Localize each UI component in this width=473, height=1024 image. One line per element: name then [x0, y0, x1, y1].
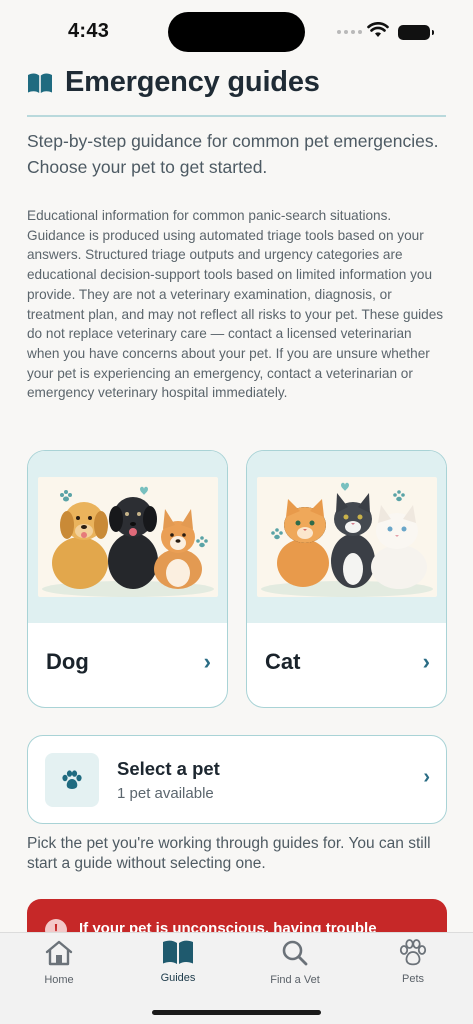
cellular-signal-icon — [337, 30, 362, 34]
select-pet-card[interactable]: Select a pet 1 pet available › — [27, 735, 447, 824]
tab-home[interactable]: Home — [19, 939, 99, 986]
page-title: Emergency guides — [65, 66, 320, 98]
tab-guides-label: Guides — [160, 972, 196, 984]
tab-find-vet-label: Find a Vet — [270, 974, 320, 986]
header-divider — [27, 115, 446, 117]
tab-pets-label: Pets — [401, 973, 424, 985]
home-indicator — [152, 1010, 321, 1015]
pet-card-cat[interactable]: Cat › — [246, 450, 447, 708]
dynamic-island — [168, 12, 305, 52]
tab-guides[interactable]: Guides — [138, 939, 218, 984]
chevron-right-icon: › — [423, 766, 430, 788]
chevron-right-icon: › — [203, 649, 211, 674]
select-pet-help: Pick the pet you're working through guid… — [27, 835, 431, 872]
dog-illustration — [28, 451, 227, 623]
pet-card-dog[interactable]: Dog › — [27, 450, 228, 708]
paw-icon — [399, 939, 427, 966]
book-open-icon — [28, 73, 52, 93]
pet-name-dog: Dog — [46, 649, 89, 674]
search-icon — [282, 940, 308, 966]
status-bar: 4:43 — [0, 0, 473, 60]
pet-name-cat: Cat — [265, 649, 301, 674]
page-subtitle: Step-by-step guidance for common pet eme… — [27, 131, 439, 177]
disclaimer-text: Educational information for common panic… — [27, 208, 444, 401]
tab-pets[interactable]: Pets — [373, 939, 453, 985]
paw-icon — [45, 753, 99, 807]
battery-icon — [398, 25, 434, 40]
select-pet-count: 1 pet available — [117, 785, 214, 802]
chevron-right-icon: › — [422, 649, 430, 674]
tab-home-label: Home — [44, 974, 74, 986]
status-time: 4:43 — [68, 20, 110, 42]
page-header: Emergency guides — [27, 66, 447, 99]
book-open-icon — [163, 940, 193, 964]
tab-find-vet[interactable]: Find a Vet — [255, 939, 335, 986]
select-pet-title: Select a pet — [117, 758, 220, 779]
cat-illustration — [247, 451, 446, 623]
home-icon — [45, 940, 73, 966]
wifi-icon — [367, 22, 389, 37]
